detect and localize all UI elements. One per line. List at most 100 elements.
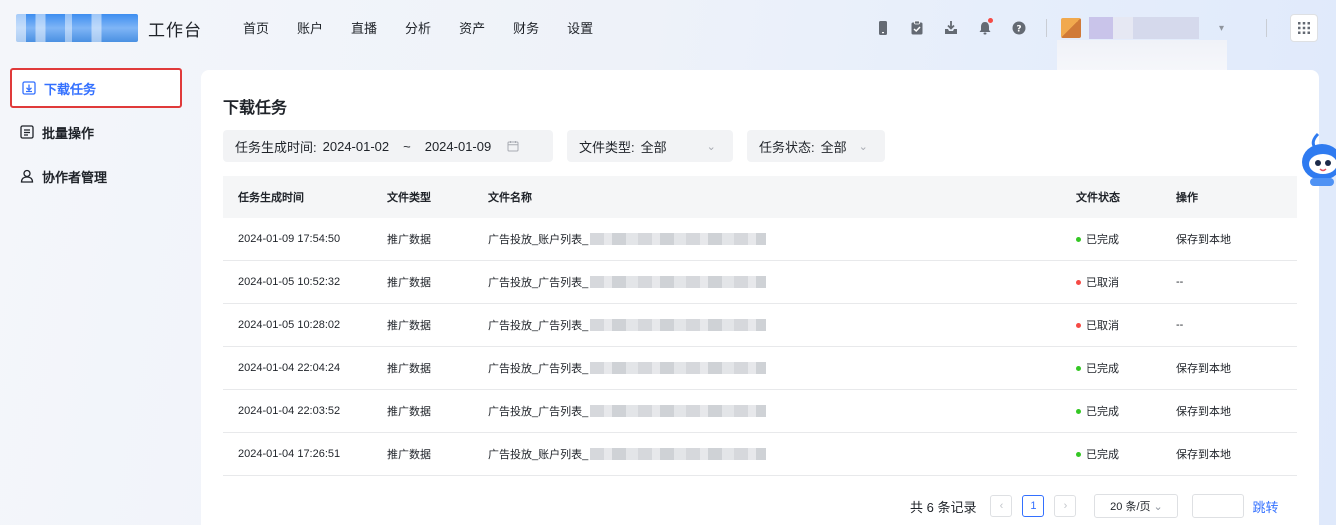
time-end-value[interactable]: 2024-01-09: [425, 139, 492, 154]
notification-dot: [988, 18, 993, 23]
chevron-down-icon: ⌄: [706, 140, 716, 153]
cell-time: 2024-01-05 10:52:32: [238, 276, 341, 288]
status-dot: [1076, 408, 1081, 414]
cell-name: 广告投放_账户列表_: [488, 231, 1076, 247]
bell-icon[interactable]: [974, 17, 996, 39]
range-separator: ~: [403, 138, 411, 154]
action-placeholder: --: [1176, 276, 1184, 288]
nav-item-analysis[interactable]: 分析: [405, 18, 431, 37]
page-button-current[interactable]: 1: [1022, 495, 1045, 517]
file-type-filter[interactable]: 文件类型: 全部 ⌄: [567, 130, 733, 162]
chevron-down-icon: ⌄: [858, 140, 868, 153]
task-status-filter[interactable]: 任务状态: 全部 ⌄: [747, 130, 885, 162]
col-header-type: 文件类型: [387, 192, 431, 204]
help-icon[interactable]: ?: [1008, 17, 1030, 39]
cell-name: 广告投放_广告列表_: [488, 317, 1076, 333]
status-dot: [1076, 322, 1081, 328]
toolbar-divider: [1046, 19, 1047, 37]
svg-text:?: ?: [1016, 25, 1021, 35]
account-dropdown-blurred: [1057, 40, 1227, 72]
status-text: 已取消: [1086, 277, 1119, 289]
user-icon: [20, 169, 34, 183]
cell-status: 已完成: [1076, 231, 1176, 247]
page-size-value: 20 条/页: [1110, 501, 1151, 513]
cell-name: 广告投放_账户列表_: [488, 446, 1076, 462]
status-text: 已取消: [1086, 320, 1119, 332]
col-header-time: 任务生成时间: [238, 192, 304, 204]
status-dot: [1076, 451, 1081, 457]
avatar[interactable]: [1061, 18, 1081, 38]
assistant-mascot-icon[interactable]: [1300, 132, 1336, 190]
file-name-text: 广告投放_广告列表_: [488, 406, 589, 418]
file-name-blurred: [590, 405, 767, 417]
type-filter-label: 文件类型:: [579, 139, 635, 155]
top-icon-group: ? ▾: [872, 17, 1224, 39]
cell-name: 广告投放_广告列表_: [488, 403, 1076, 419]
status-dot: [1076, 236, 1081, 242]
file-name-blurred: [590, 233, 767, 245]
sidebar-item-collaborators[interactable]: 协作者管理: [10, 156, 182, 196]
sidebar-item-batch-ops[interactable]: 批量操作: [10, 112, 182, 152]
nav-item-finance[interactable]: 财务: [513, 18, 539, 37]
status-dot: [1076, 365, 1081, 371]
table-row: 2024-01-04 17:26:51 推广数据 广告投放_账户列表_ 已完成 …: [223, 433, 1297, 476]
table-row: 2024-01-05 10:52:32 推广数据 广告投放_广告列表_ 已取消 …: [223, 261, 1297, 304]
cell-type: 推广数据: [387, 363, 431, 375]
col-header-name: 文件名称: [488, 192, 532, 204]
total-count: 共 6 条记录: [910, 499, 977, 515]
save-local-link[interactable]: 保存到本地: [1176, 406, 1231, 418]
sidebar-item-download-tasks[interactable]: 下载任务: [10, 68, 182, 108]
calendar-icon[interactable]: [507, 140, 519, 152]
status-text: 已完成: [1086, 449, 1119, 461]
cell-status: 已完成: [1076, 446, 1176, 462]
nav-item-home[interactable]: 首页: [243, 18, 269, 37]
sidebar-item-label: 批量操作: [42, 125, 95, 141]
nav-item-settings[interactable]: 设置: [567, 18, 593, 37]
chevron-down-icon[interactable]: ▾: [1219, 23, 1224, 34]
save-local-link[interactable]: 保存到本地: [1176, 363, 1231, 375]
action-placeholder: --: [1176, 319, 1184, 331]
table-row: 2024-01-05 10:28:02 推广数据 广告投放_广告列表_ 已取消 …: [223, 304, 1297, 347]
jump-page-input[interactable]: [1192, 494, 1245, 518]
nav-item-live[interactable]: 直播: [351, 18, 377, 37]
logo-area[interactable]: 工作台: [16, 14, 202, 42]
cell-time: 2024-01-04 17:26:51: [238, 448, 341, 460]
sidebar-item-label: 协作者管理: [42, 169, 108, 185]
cell-time: 2024-01-04 22:03:52: [238, 405, 341, 417]
status-filter-value: 全部: [820, 139, 847, 155]
jump-button[interactable]: 跳转: [1252, 497, 1278, 516]
sidebar: 下载任务 批量操作 协作者管理: [10, 68, 182, 200]
next-page-button[interactable]: ›: [1054, 495, 1077, 517]
time-range-filter[interactable]: 任务生成时间: 2024-01-02 ~ 2024-01-09: [223, 130, 553, 162]
cell-status: 已取消: [1076, 317, 1176, 333]
chevron-left-icon: ‹: [999, 500, 1004, 512]
download-tray-icon[interactable]: [940, 17, 962, 39]
save-local-link[interactable]: 保存到本地: [1176, 234, 1231, 246]
account-name-blurred[interactable]: [1089, 17, 1199, 39]
file-name-text: 广告投放_广告列表_: [488, 320, 589, 332]
app-grid-button[interactable]: [1290, 14, 1318, 42]
cell-time: 2024-01-04 22:04:24: [238, 362, 341, 374]
save-local-link[interactable]: 保存到本地: [1176, 449, 1231, 461]
cell-type: 推广数据: [387, 277, 431, 289]
file-name-text: 广告投放_账户列表_: [488, 449, 589, 461]
page-title: 下载任务: [223, 100, 288, 117]
prev-page-button[interactable]: ‹: [990, 495, 1013, 517]
cell-type: 推广数据: [387, 406, 431, 418]
phone-icon[interactable]: [872, 17, 894, 39]
main-nav: 首页 账户 直播 分析 资产 财务 设置: [243, 18, 621, 37]
clipboard-check-icon[interactable]: [906, 17, 928, 39]
cell-time: 2024-01-05 10:28:02: [238, 319, 341, 331]
nav-item-account[interactable]: 账户: [297, 18, 323, 37]
cell-type: 推广数据: [387, 320, 431, 332]
cell-type: 推广数据: [387, 449, 431, 461]
page-size-select[interactable]: 20 条/页 ⌄: [1094, 494, 1179, 518]
tasks-table: 任务生成时间 文件类型 文件名称 文件状态 操作 2024-01-09 17:5…: [223, 176, 1297, 476]
file-name-text: 广告投放_账户列表_: [488, 234, 589, 246]
cell-status: 已完成: [1076, 403, 1176, 419]
nav-item-assets[interactable]: 资产: [459, 18, 485, 37]
time-start-value[interactable]: 2024-01-02: [323, 139, 390, 154]
type-filter-value: 全部: [640, 139, 667, 155]
grid-icon: [1298, 22, 1310, 34]
filter-bar: 任务生成时间: 2024-01-02 ~ 2024-01-09 文件类型: 全部…: [223, 130, 899, 162]
